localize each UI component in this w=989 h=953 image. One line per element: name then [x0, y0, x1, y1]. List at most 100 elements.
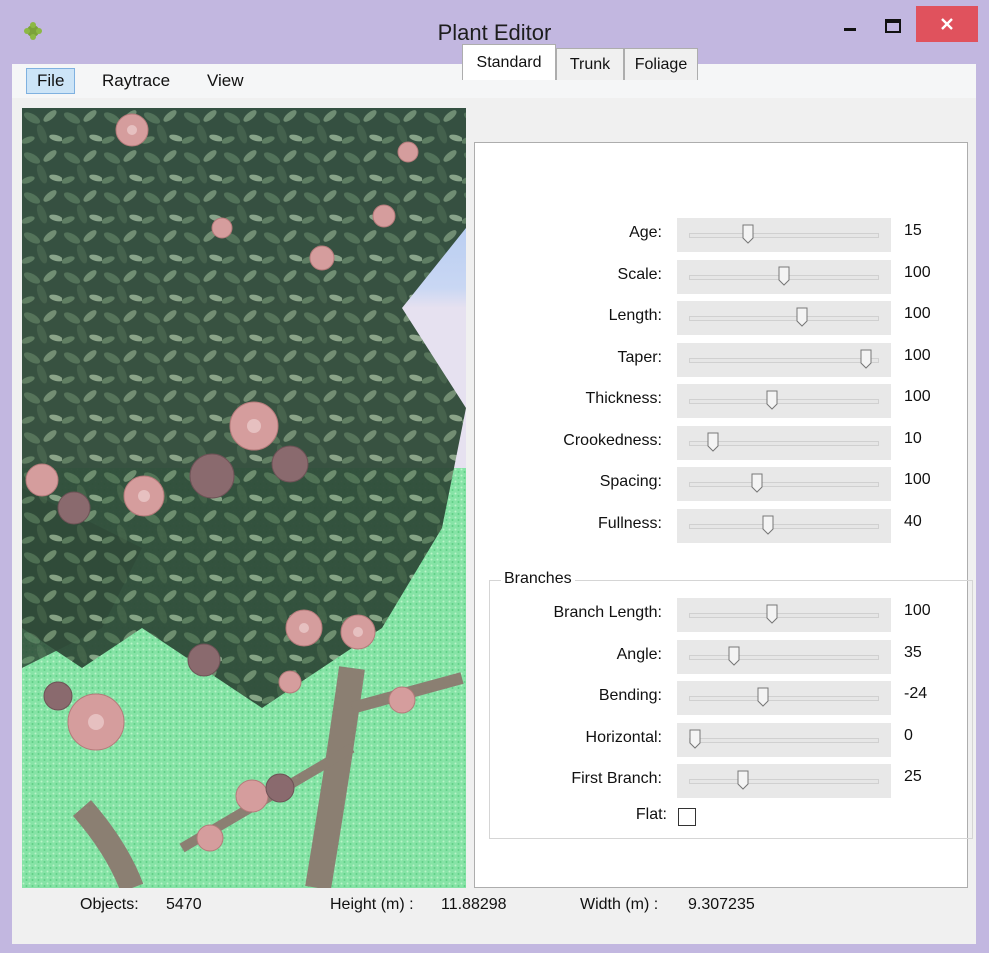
fullness-slider[interactable]: [677, 509, 891, 543]
length-slider[interactable]: [677, 301, 891, 335]
fullness-value: 40: [904, 513, 922, 530]
angle-slider-track: [689, 655, 879, 660]
thickness-value: 100: [904, 388, 931, 405]
fullness-slider-thumb[interactable]: [762, 515, 774, 535]
maximize-button[interactable]: [873, 10, 913, 42]
first-branch-slider[interactable]: [677, 764, 891, 798]
bending-slider-track: [689, 696, 879, 701]
spacing-label: Spacing:: [599, 473, 662, 490]
horizontal-slider[interactable]: [677, 723, 891, 757]
taper-slider[interactable]: [677, 343, 891, 377]
first-branch-slider-thumb[interactable]: [737, 770, 749, 790]
scale-value: 100: [904, 264, 931, 281]
crookedness-value: 10: [904, 430, 922, 447]
length-slider-thumb[interactable]: [796, 307, 808, 327]
minimize-icon: [844, 28, 856, 31]
flat-checkbox[interactable]: [678, 808, 696, 826]
fullness-slider-track: [689, 524, 879, 529]
menu-file[interactable]: File: [26, 68, 76, 94]
close-button[interactable]: [916, 6, 978, 42]
spacing-slider-thumb[interactable]: [751, 473, 763, 493]
spacing-slider[interactable]: [677, 467, 891, 501]
angle-slider-thumb[interactable]: [728, 646, 740, 666]
age-slider[interactable]: [677, 218, 891, 252]
length-label: Length:: [608, 307, 662, 324]
fullness-label: Fullness:: [597, 515, 662, 532]
spacing-value: 100: [904, 471, 931, 488]
scale-slider[interactable]: [677, 260, 891, 294]
horizontal-value: 0: [904, 727, 913, 744]
tab-trunk[interactable]: Trunk: [556, 48, 624, 80]
branch-length-slider-track: [689, 613, 879, 618]
age-slider-track: [689, 233, 879, 238]
objects-value: 5470: [166, 896, 202, 913]
first-branch-slider-track: [689, 779, 879, 784]
plant-render-image: [22, 108, 466, 888]
taper-label: Taper:: [617, 349, 662, 366]
width-label: Width (m) :: [580, 896, 659, 913]
bending-slider[interactable]: [677, 681, 891, 715]
bending-value: -24: [904, 685, 928, 702]
age-row: Age: 15: [474, 218, 968, 252]
first-branch-label: First Branch:: [571, 770, 662, 787]
branch-length-slider[interactable]: [677, 598, 891, 632]
branch-length-value: 100: [904, 602, 931, 619]
thickness-slider-track: [689, 399, 879, 404]
horizontal-label: Horizontal:: [585, 729, 662, 746]
horizontal-slider-thumb[interactable]: [689, 729, 701, 749]
horizontal-row: Horizontal: 0: [474, 723, 968, 757]
taper-value: 100: [904, 347, 931, 364]
bending-label: Bending:: [598, 687, 662, 704]
thickness-row: Thickness: 100: [474, 384, 968, 418]
first-branch-value: 25: [904, 768, 922, 785]
width-value: 9.307235: [688, 896, 755, 913]
objects-label: Objects:: [80, 896, 139, 913]
length-row: Length: 100: [474, 301, 968, 335]
length-value: 100: [904, 305, 931, 322]
crookedness-slider[interactable]: [677, 426, 891, 460]
spacing-slider-track: [689, 482, 879, 487]
maximize-icon: [885, 19, 901, 33]
angle-label: Angle:: [616, 646, 662, 663]
tab-standard[interactable]: Standard: [462, 44, 556, 80]
height-value: 11.88298: [441, 896, 507, 913]
thickness-label: Thickness:: [585, 390, 662, 407]
thickness-slider-thumb[interactable]: [766, 390, 778, 410]
angle-row: Angle: 35: [474, 640, 968, 674]
bending-slider-thumb[interactable]: [757, 687, 769, 707]
crookedness-label: Crookedness:: [563, 432, 662, 449]
length-slider-track: [689, 316, 879, 321]
plant-render-viewport[interactable]: [22, 108, 466, 888]
tab-foliage[interactable]: Foliage: [624, 48, 698, 80]
horizontal-slider-track: [689, 738, 879, 743]
crookedness-row: Crookedness: 10: [474, 426, 968, 460]
crookedness-slider-thumb[interactable]: [707, 432, 719, 452]
angle-value: 35: [904, 644, 922, 661]
branch-length-label: Branch Length:: [553, 604, 662, 621]
scale-slider-thumb[interactable]: [778, 266, 790, 286]
plant-editor-window: Plant Editor File Raytrace View Standard…: [0, 0, 989, 953]
taper-slider-track: [689, 358, 879, 363]
age-value: 15: [904, 222, 922, 239]
menu-raytrace[interactable]: Raytrace: [92, 68, 180, 94]
taper-slider-thumb[interactable]: [860, 349, 872, 369]
height-label: Height (m) :: [330, 896, 414, 913]
angle-slider[interactable]: [677, 640, 891, 674]
branch-length-row: Branch Length: 100: [474, 598, 968, 632]
flat-label: Flat:: [635, 806, 667, 823]
minimize-button[interactable]: [834, 10, 866, 42]
age-slider-thumb[interactable]: [742, 224, 754, 244]
branch-length-slider-thumb[interactable]: [766, 604, 778, 624]
spacing-row: Spacing: 100: [474, 467, 968, 501]
close-icon: [941, 18, 953, 30]
first-branch-row: First Branch: 25: [474, 764, 968, 798]
scale-row: Scale: 100: [474, 260, 968, 294]
scale-label: Scale:: [617, 266, 662, 283]
menu-view[interactable]: View: [197, 68, 254, 94]
branches-group-title: Branches: [501, 570, 575, 588]
thickness-slider[interactable]: [677, 384, 891, 418]
taper-row: Taper: 100: [474, 343, 968, 377]
fullness-row: Fullness: 40: [474, 509, 968, 543]
bending-row: Bending: -24: [474, 681, 968, 715]
age-label: Age:: [629, 224, 662, 241]
